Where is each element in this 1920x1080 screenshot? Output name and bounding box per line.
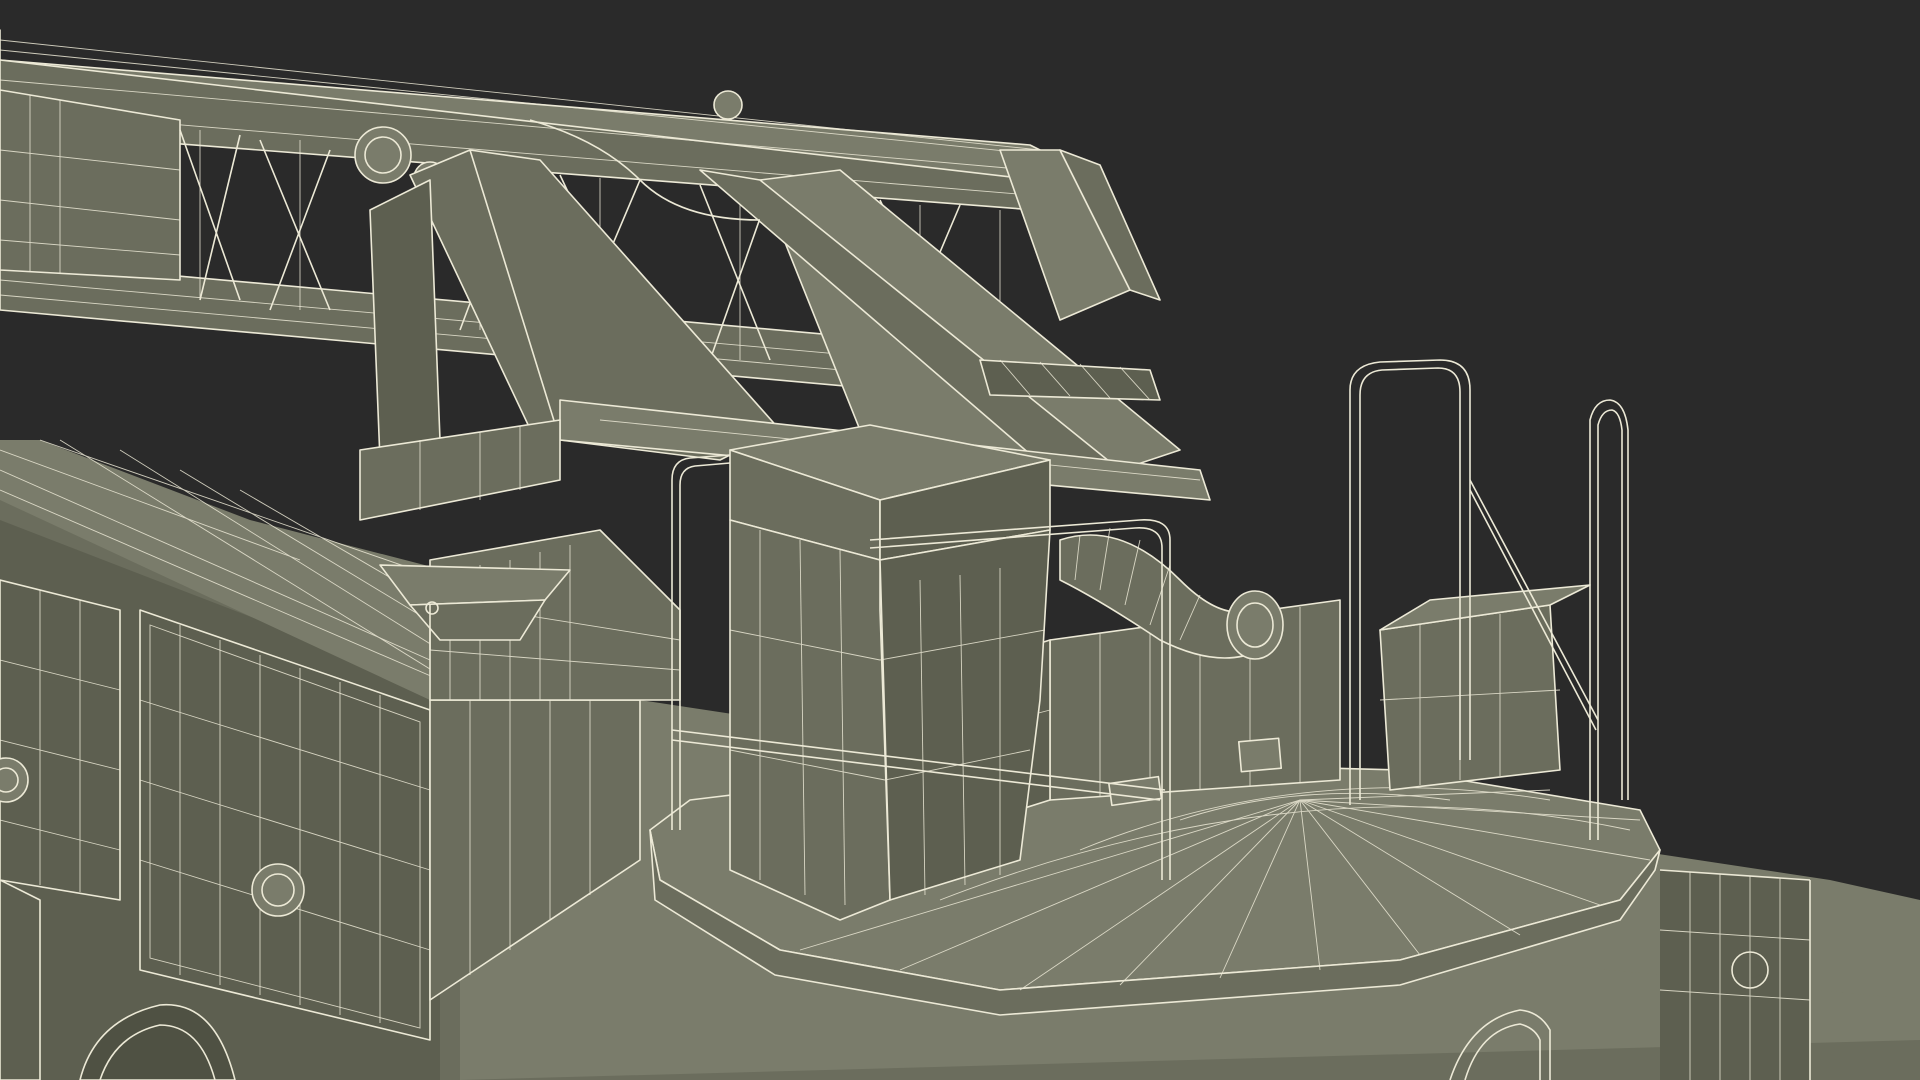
access-plate: [1237, 737, 1283, 773]
wireframe-render: [0, 0, 1920, 1080]
pivot-hub-icon: [354, 126, 412, 184]
operator-console: [729, 424, 1051, 921]
marker-light-icon: [251, 863, 305, 917]
render-viewport: [0, 0, 1920, 1080]
